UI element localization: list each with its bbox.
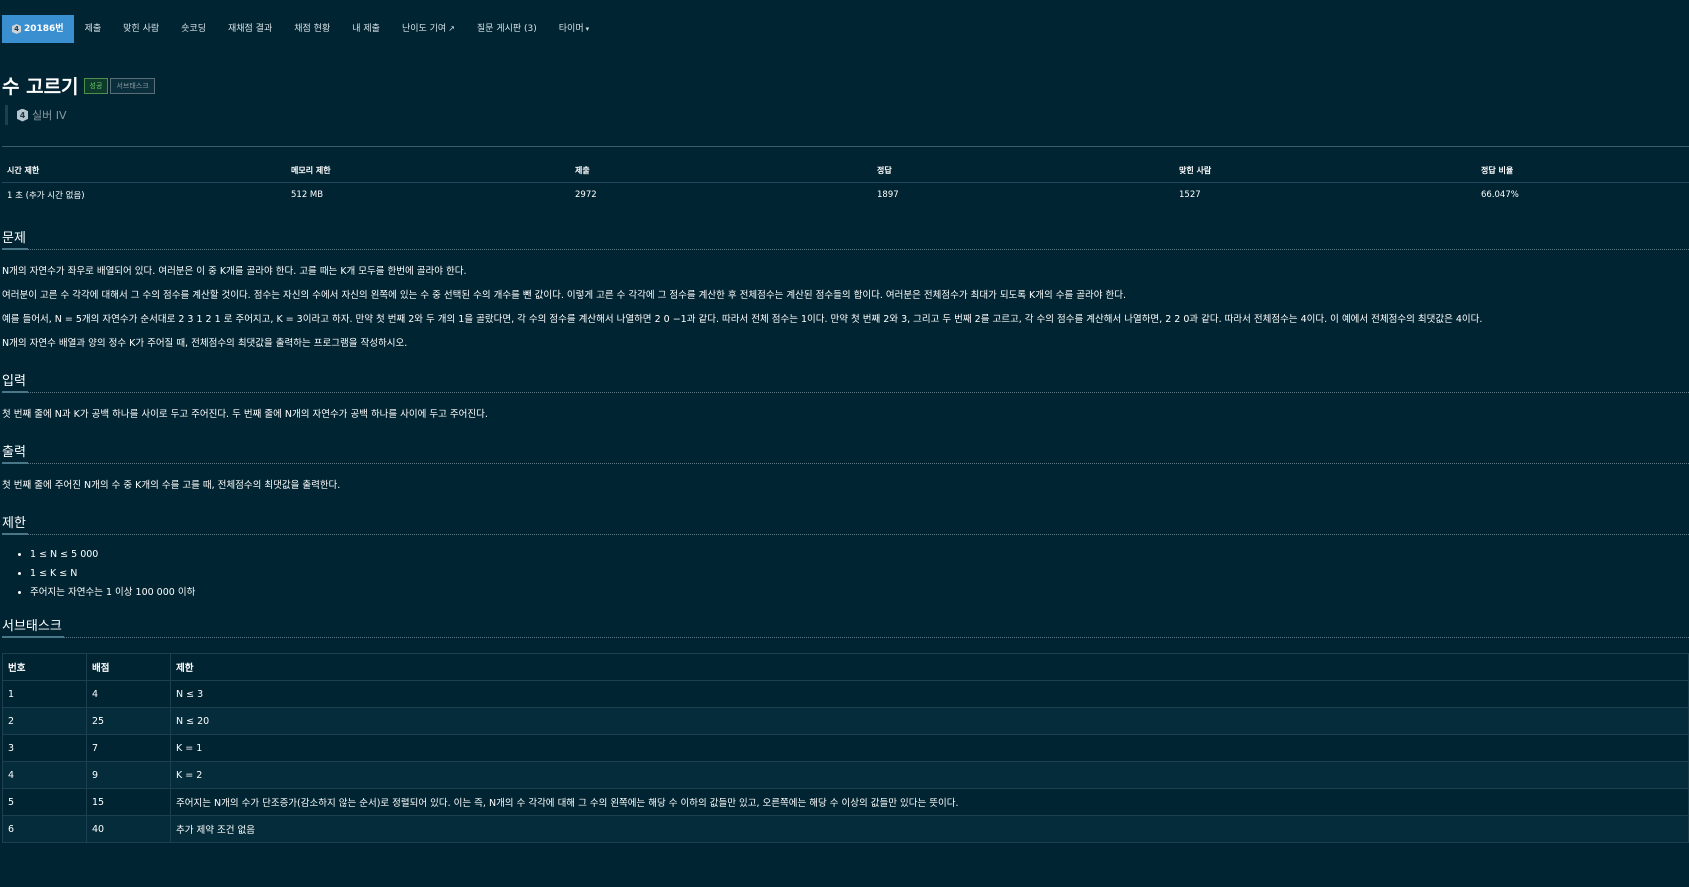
divider xyxy=(2,146,1689,147)
nav-problem-number-label: 20186번 xyxy=(24,24,64,34)
nav-short-coding[interactable]: 숏코딩 xyxy=(170,15,217,43)
subtask-score: 15 xyxy=(86,788,171,816)
header-constraint: 제한 xyxy=(170,653,1689,681)
subtask-number: 5 xyxy=(2,788,87,816)
limits-list: 1 ≤ N ≤ 5 000 1 ≤ K ≤ N 주어지는 자연수는 1 이상 1… xyxy=(2,549,1689,599)
subtask-number: 2 xyxy=(2,707,87,735)
section-problem-header: 문제 xyxy=(2,227,1689,250)
nav-judge-status[interactable]: 채점 현황 xyxy=(283,15,341,43)
table-row: 6 40 추가 제약 조건 없음 xyxy=(2,815,1689,843)
success-label: 성공 xyxy=(83,77,109,94)
section-input-title: 입력 xyxy=(2,370,28,393)
section-limits-header: 제한 xyxy=(2,512,1689,535)
subtask-number: 1 xyxy=(2,680,87,708)
page: 4 20186번 제출 맞힌 사람 숏코딩 재채점 결과 채점 현황 내 제출 … xyxy=(0,0,1689,843)
caret-down-icon: ▾ xyxy=(585,25,590,33)
subtask-label: 서브태스크 xyxy=(110,77,155,94)
value-accept-rate: 66.047% xyxy=(1481,190,1519,200)
table-row: 3 7 K = 1 xyxy=(2,734,1689,762)
subtask-table: 번호 배점 제한 1 4 N ≤ 3 2 25 N ≤ 20 3 7 K = 1 xyxy=(2,653,1689,843)
silver-tier-icon: 4 xyxy=(17,108,28,122)
nav-question-board[interactable]: 질문 게시판 (3) xyxy=(466,15,548,43)
title-row: 수 고르기 성공 서브태스크 xyxy=(2,72,1689,99)
table-row: 5 15 주어지는 N개의 수가 단조증가(감소하지 않는 순서)로 정렬되어 … xyxy=(2,788,1689,816)
nav-difficulty-label: 난이도 기여 xyxy=(401,24,447,34)
table-row: 1 4 N ≤ 3 xyxy=(2,680,1689,708)
subtask-number: 6 xyxy=(2,815,87,843)
header-number: 번호 xyxy=(2,653,87,681)
section-limits-title: 제한 xyxy=(2,512,28,535)
value-submissions: 2972 xyxy=(575,190,597,200)
subtask-score: 40 xyxy=(86,815,171,843)
header-submissions: 제출 xyxy=(570,159,872,183)
subtask-score: 7 xyxy=(86,734,171,762)
section-output-header: 출력 xyxy=(2,441,1689,464)
value-time-limit: 1 초 (추가 시간 없음) xyxy=(7,191,85,201)
nav-solved-users[interactable]: 맞힌 사람 xyxy=(112,15,170,43)
subtask-constraint: K = 1 xyxy=(170,734,1689,762)
header-accepted: 정답 xyxy=(872,159,1174,183)
problem-info-table: 시간 제한 메모리 제한 제출 정답 맞힌 사람 정답 비율 1 초 (추가 시… xyxy=(2,159,1689,207)
nav-timer-label: 타이머 xyxy=(558,24,584,34)
limit-item: 1 ≤ N ≤ 5 000 xyxy=(30,549,1689,561)
subtask-score: 4 xyxy=(86,680,171,708)
value-accepted: 1897 xyxy=(877,190,899,200)
subtask-constraint: 추가 제약 조건 없음 xyxy=(170,815,1689,843)
problem-title: 수 고르기 xyxy=(2,76,79,98)
limit-item: 1 ≤ K ≤ N xyxy=(30,568,1689,580)
value-memory-limit: 512 MB xyxy=(291,190,324,200)
problem-menu: 4 20186번 제출 맞힌 사람 숏코딩 재채점 결과 채점 현황 내 제출 … xyxy=(2,0,1689,48)
section-subtasks-title: 서브태스크 xyxy=(2,615,64,638)
subtask-score: 25 xyxy=(86,707,171,735)
nav-timer[interactable]: 타이머 ▾ xyxy=(548,15,600,43)
section-input-header: 입력 xyxy=(2,370,1689,393)
problem-paragraph: N개의 자연수가 좌우로 배열되어 있다. 여러분은 이 중 K개를 골라야 한… xyxy=(2,266,467,277)
subtask-constraint: N ≤ 3 xyxy=(170,680,1689,708)
subtask-score: 9 xyxy=(86,761,171,789)
nav-my-submissions[interactable]: 내 제출 xyxy=(341,15,391,43)
subtask-constraint: K = 2 xyxy=(170,761,1689,789)
header-time-limit: 시간 제한 xyxy=(2,159,286,183)
value-solved-users: 1527 xyxy=(1179,190,1201,200)
tier-badge-icon: 4 xyxy=(12,24,21,34)
header-solved-users: 맞힌 사람 xyxy=(1174,159,1476,183)
section-output-title: 출력 xyxy=(2,441,28,464)
nav-difficulty-contribution[interactable]: 난이도 기여 ↗ xyxy=(391,15,466,43)
subtask-number: 4 xyxy=(2,761,87,789)
subtask-constraint: N ≤ 20 xyxy=(170,707,1689,735)
limit-item: 주어지는 자연수는 1 이상 100 000 이하 xyxy=(30,587,1689,599)
table-row: 2 25 N ≤ 20 xyxy=(2,707,1689,735)
nav-problem-number[interactable]: 4 20186번 xyxy=(2,15,74,43)
subtask-header-row: 번호 배점 제한 xyxy=(2,653,1689,681)
header-memory-limit: 메모리 제한 xyxy=(286,159,570,183)
tier-name: 실버 IV xyxy=(32,109,67,122)
section-problem-title: 문제 xyxy=(2,227,28,250)
header-accept-rate: 정답 비율 xyxy=(1476,159,1689,183)
input-description: 첫 번째 줄에 N과 K가 공백 하나를 사이로 두고 주어진다. 두 번째 줄… xyxy=(2,409,488,420)
nav-submit[interactable]: 제출 xyxy=(74,15,113,43)
tier-row: 4 실버 IV xyxy=(5,105,1689,125)
external-link-icon: ↗ xyxy=(448,24,455,33)
problem-paragraph: 여러분이 고른 수 각각에 대해서 그 수의 점수를 계산할 것이다. 점수는 … xyxy=(2,290,1127,301)
problem-paragraph: 예를 들어서, N = 5개의 자연수가 순서대로 2 3 1 2 1 로 주어… xyxy=(2,314,1483,325)
subtask-constraint: 주어지는 N개의 수가 단조증가(감소하지 않는 순서)로 정렬되어 있다. 이… xyxy=(170,788,1689,816)
problem-paragraph: N개의 자연수 배열과 양의 정수 K가 주어질 때, 전체점수의 최댓값을 출… xyxy=(2,338,408,349)
subtask-number: 3 xyxy=(2,734,87,762)
table-row: 4 9 K = 2 xyxy=(2,761,1689,789)
output-description: 첫 번째 줄에 주어진 N개의 수 중 K개의 수를 고를 때, 전체점수의 최… xyxy=(2,480,341,491)
header-score: 배점 xyxy=(86,653,171,681)
section-subtasks-header: 서브태스크 xyxy=(2,615,1689,638)
nav-rejudge-results[interactable]: 재채점 결과 xyxy=(217,15,283,43)
